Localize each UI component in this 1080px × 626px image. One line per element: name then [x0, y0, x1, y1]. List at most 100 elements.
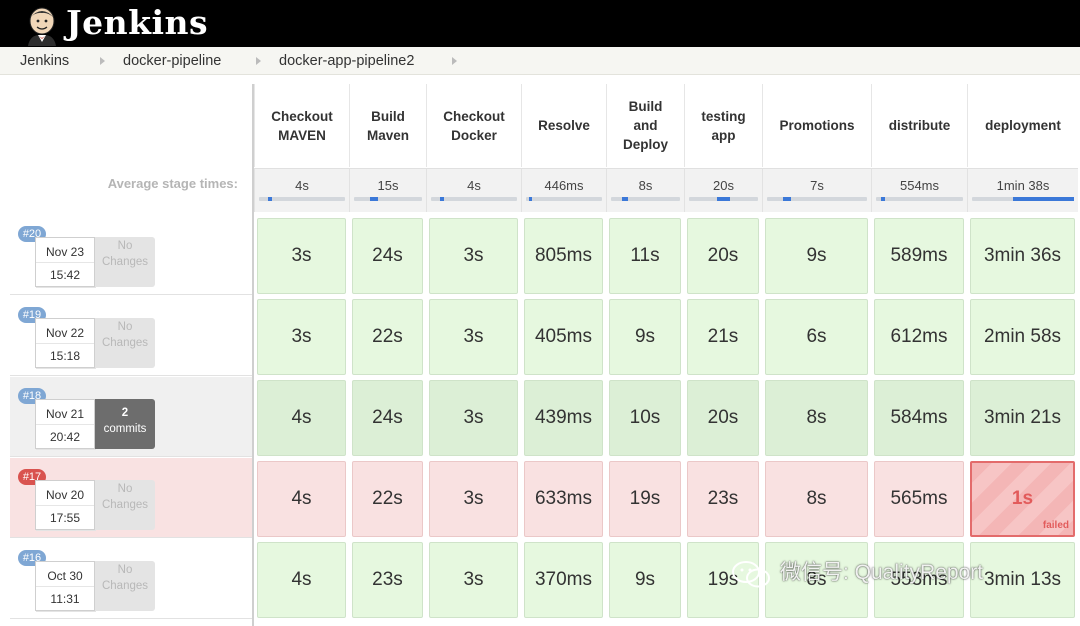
stage-cell[interactable]: 9s — [609, 542, 681, 618]
stage-cell[interactable]: 3s — [429, 380, 518, 456]
average-time-progress-fill — [622, 197, 628, 201]
stage-duration: 8s — [806, 407, 827, 428]
stage-cell[interactable]: 3s — [429, 218, 518, 294]
stage-cell[interactable]: 8s — [765, 380, 868, 456]
stage-cell[interactable]: 20s — [687, 218, 759, 294]
average-time-progress-fill — [716, 197, 731, 201]
build-time: 15:42 — [49, 268, 81, 282]
build-date-box: Nov 20 17:55 — [35, 480, 95, 530]
stage-cell[interactable]: 3min 21s — [970, 380, 1075, 456]
stage-cell[interactable]: 565ms — [874, 461, 964, 537]
average-stage-times-label: Average stage times: — [107, 176, 238, 191]
average-time-value: 15s — [377, 178, 399, 193]
stage-header-checkout-docker: Checkout Docker — [426, 84, 521, 167]
stage-cell[interactable]: 9s — [609, 299, 681, 375]
stage-duration: 20s — [707, 407, 739, 428]
watermark-text: 微信号: QualityReport — [780, 561, 984, 584]
stage-cell[interactable]: 2min 58s — [970, 299, 1075, 375]
average-time-progress-bar — [972, 197, 1074, 201]
breadcrumb-separator-icon — [452, 57, 457, 65]
stage-cell[interactable]: 589ms — [874, 218, 964, 294]
stage-cell[interactable]: 584ms — [874, 380, 964, 456]
stage-cell[interactable]: 633ms — [524, 461, 603, 537]
app-title[interactable]: Jenkins — [66, 3, 208, 42]
breadcrumb-docker-app-pipeline2[interactable]: docker-app-pipeline2 — [279, 53, 414, 69]
stage-cell[interactable]: 23s — [687, 461, 759, 537]
stage-duration: 10s — [629, 407, 661, 428]
average-time-value: 1min 38s — [996, 178, 1050, 193]
average-time-progress-bar — [526, 197, 602, 201]
stage-cell[interactable]: 6s — [765, 299, 868, 375]
build-time: 15:18 — [49, 349, 81, 363]
stage-duration: 3s — [463, 326, 484, 347]
no-changes-label: No Changes — [95, 480, 155, 530]
average-time-progress-bar — [354, 197, 422, 201]
stage-cell[interactable]: 3s — [257, 218, 346, 294]
stage-cell[interactable]: 4s — [257, 542, 346, 618]
jenkins-butler-logo[interactable] — [22, 4, 62, 46]
stage-cell[interactable]: 3s — [429, 461, 518, 537]
stage-duration: 2min 58s — [983, 326, 1062, 347]
stage-cell-failed[interactable]: 1s failed — [970, 461, 1075, 537]
stage-cell[interactable]: 4s — [257, 461, 346, 537]
stage-cell[interactable]: 9s — [765, 218, 868, 294]
build-date: Nov 21 — [45, 407, 85, 421]
average-time-cell: 20s — [684, 168, 762, 212]
stage-cell[interactable]: 3min 36s — [970, 218, 1075, 294]
build-date-box: Nov 21 20:42 — [35, 399, 95, 449]
average-time-progress-fill — [783, 197, 791, 201]
stage-cell[interactable]: 22s — [352, 299, 423, 375]
stage-cell[interactable]: 370ms — [524, 542, 603, 618]
build-time: 17:55 — [49, 511, 81, 525]
average-time-progress-bar — [876, 197, 963, 201]
stage-cell[interactable]: 405ms — [524, 299, 603, 375]
stage-duration: 3s — [291, 326, 312, 347]
stage-cell[interactable]: 439ms — [524, 380, 603, 456]
stage-cell[interactable]: 20s — [687, 380, 759, 456]
average-time-value: 8s — [638, 178, 653, 193]
stage-header-promotions: Promotions — [762, 84, 871, 167]
breadcrumb-separator-icon — [100, 57, 105, 65]
stage-cell[interactable]: 24s — [352, 380, 423, 456]
average-time-progress-bar — [431, 197, 517, 201]
breadcrumb-docker-pipeline[interactable]: docker-pipeline — [123, 53, 221, 69]
stage-cell[interactable]: 3min 13s — [970, 542, 1075, 618]
average-time-cell: 8s — [606, 168, 684, 212]
stage-cell[interactable]: 3s — [257, 299, 346, 375]
stage-cell[interactable]: 11s — [609, 218, 681, 294]
build-date: Nov 22 — [45, 326, 85, 340]
breadcrumb-jenkins[interactable]: Jenkins — [20, 53, 69, 69]
stage-duration: 612ms — [890, 326, 948, 347]
average-time-cell: 15s — [349, 168, 426, 212]
stage-cell[interactable]: 22s — [352, 461, 423, 537]
stage-header-testing-app: testing app — [684, 84, 762, 167]
no-changes-label: No Changes — [95, 318, 155, 368]
no-changes-label: No Changes — [95, 237, 155, 287]
stage-duration: 8s — [806, 488, 827, 509]
stage-cell[interactable]: 3s — [429, 542, 518, 618]
stage-cell[interactable]: 8s — [765, 461, 868, 537]
stage-cell[interactable]: 19s — [609, 461, 681, 537]
stage-header-checkout-maven: Checkout MAVEN — [254, 84, 349, 167]
stage-cell[interactable]: 4s — [257, 380, 346, 456]
average-time-value: 7s — [810, 178, 824, 193]
stage-duration: 3s — [463, 407, 484, 428]
stage-cell[interactable]: 21s — [687, 299, 759, 375]
stage-duration: 21s — [707, 326, 739, 347]
stage-cell[interactable]: 805ms — [524, 218, 603, 294]
stage-duration: 3s — [463, 488, 484, 509]
stage-duration: 3min 36s — [983, 245, 1062, 266]
average-time-value: 4s — [295, 178, 309, 193]
stage-cell[interactable]: 23s — [352, 542, 423, 618]
stage-duration: 1s — [1011, 488, 1034, 509]
stage-duration: 3min 13s — [983, 569, 1062, 590]
stage-cell[interactable]: 3s — [429, 299, 518, 375]
commits-button[interactable]: 2 commits — [95, 399, 155, 449]
stage-cell[interactable]: 10s — [609, 380, 681, 456]
build-date: Oct 30 — [47, 569, 83, 583]
stage-cell[interactable]: 24s — [352, 218, 423, 294]
stage-duration: 805ms — [534, 245, 593, 266]
build-date: Nov 23 — [45, 245, 85, 259]
stage-duration: 633ms — [534, 488, 593, 509]
stage-cell[interactable]: 612ms — [874, 299, 964, 375]
